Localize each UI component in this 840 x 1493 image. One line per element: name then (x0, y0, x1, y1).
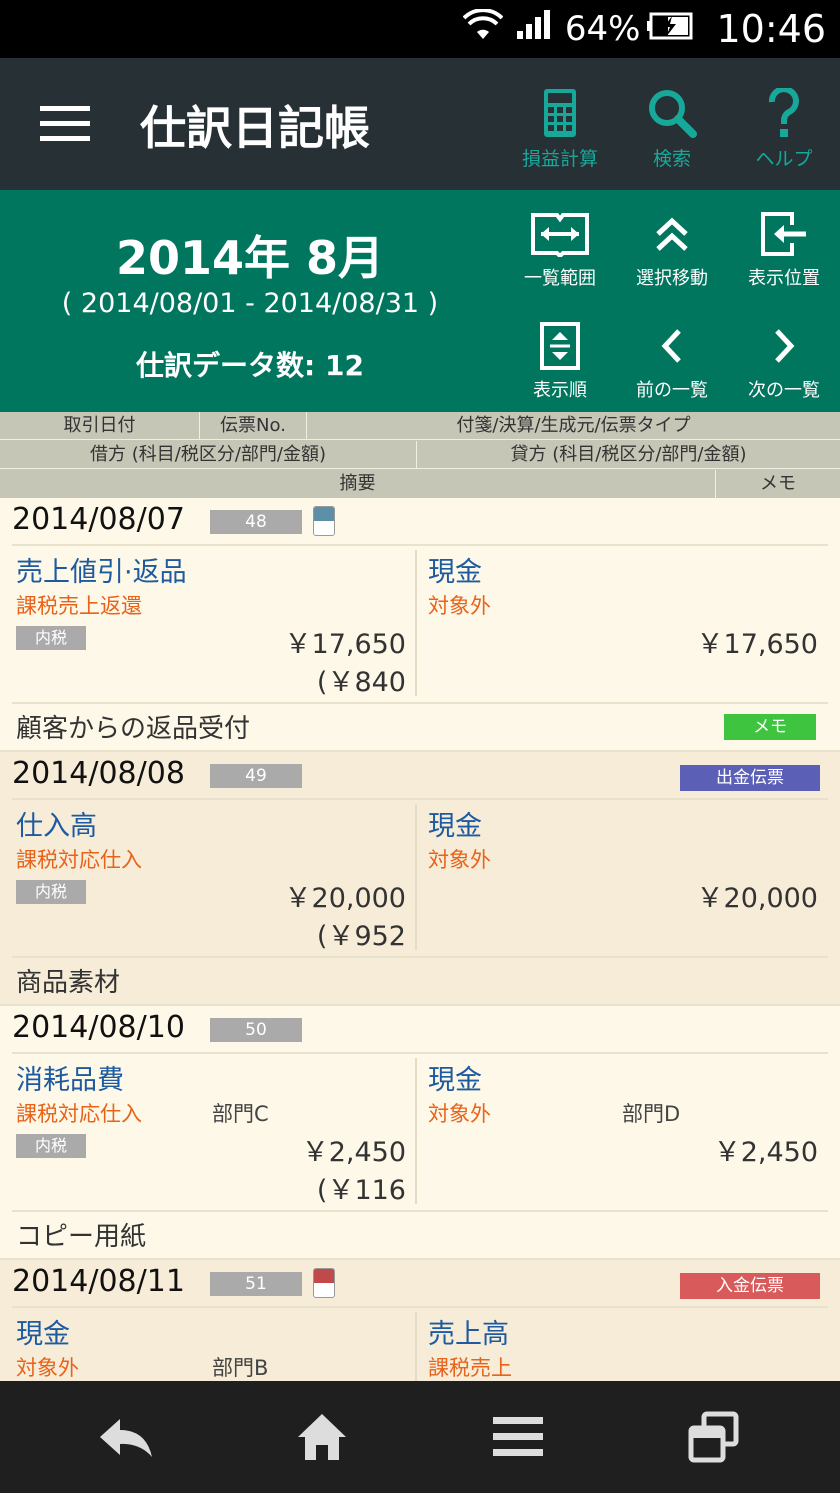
debit-tax-class: 課税対応仕入 (16, 848, 142, 872)
select-move-button[interactable]: 選択移動 (616, 210, 728, 290)
credit-account: 現金 (428, 811, 482, 842)
entry-description: 顧客からの返品受付 (16, 714, 251, 744)
credit-account: 現金 (428, 1065, 482, 1096)
credit-tax-class: 対象外 (428, 848, 491, 872)
battery-percent: 64% (564, 9, 641, 49)
signal-icon (515, 9, 553, 50)
journal-entry[interactable]: 2014/08/08 49 出金伝票 仕入高 課税対応仕入 内税 ￥20,000… (0, 752, 840, 1006)
journal-entry[interactable]: 2014/08/07 48 売上値引·返品 課税売上返還 内税 ￥17,650 … (0, 498, 840, 752)
entry-date: 2014/08/07 (12, 502, 185, 537)
period-range: ( 2014/08/01 - 2014/08/31 ) (61, 288, 439, 319)
tax-included-badge: 内税 (16, 1134, 86, 1158)
debit-account: 消耗品費 (16, 1065, 124, 1096)
period-header: 2014年 8月 ( 2014/08/01 - 2014/08/31 ) 仕訳デ… (0, 190, 840, 412)
col-memo: メモ (760, 473, 796, 494)
credit-account: 売上高 (428, 1319, 509, 1350)
col-voucher-no: 伝票No. (200, 412, 307, 440)
calculator-icon (505, 86, 615, 138)
debit-amount: ￥17,650 (284, 629, 406, 660)
prev-list-button[interactable]: 前の一覧 (616, 322, 728, 402)
col-description: 摘要 (0, 470, 716, 498)
voucher-number: 51 (210, 1272, 302, 1296)
col-tags: 付箋/決算/生成元/伝票タイプ (456, 415, 691, 436)
search-button[interactable]: 検索 (617, 86, 727, 171)
debit-account: 仕入高 (16, 811, 97, 842)
debit-amount: ￥20,000 (284, 883, 406, 914)
sticky-note-icon (313, 506, 335, 536)
col-credit: 貸方 (科目/税区分/部門/金額) (510, 444, 747, 465)
chevron-right-icon (728, 322, 840, 370)
chevron-left-icon (616, 322, 728, 370)
home-icon[interactable] (292, 1407, 352, 1467)
clock: 10:46 (716, 7, 826, 51)
journal-entry[interactable]: 2014/08/10 50 消耗品費 課税対応仕入 部門C 内税 ￥2,450 … (0, 1006, 840, 1260)
menu-icon[interactable] (40, 106, 90, 142)
position-icon (728, 210, 840, 258)
credit-amount: ￥20,000 (696, 883, 818, 914)
display-position-button[interactable]: 表示位置 (728, 210, 840, 290)
debit-account: 売上値引·返品 (16, 557, 187, 588)
debit-tax-class: 対象外 (16, 1356, 79, 1380)
search-icon (617, 86, 727, 138)
credit-amount: ￥17,650 (696, 629, 818, 660)
sort-order-button[interactable]: 表示順 (504, 322, 616, 402)
debit-tax-amount: (￥840 (316, 667, 406, 698)
tax-included-badge: 内税 (16, 880, 86, 904)
col-debit: 借方 (科目/税区分/部門/金額) (0, 441, 417, 469)
entry-description: 商品素材 (16, 968, 121, 998)
entry-date: 2014/08/11 (12, 1264, 185, 1299)
profit-loss-button[interactable]: 損益計算 (505, 86, 615, 171)
next-list-button[interactable]: 次の一覧 (728, 322, 840, 402)
credit-department: 部門D (622, 1102, 681, 1126)
memo-button[interactable]: メモ (724, 714, 816, 740)
voucher-type-badge: 出金伝票 (680, 765, 820, 791)
debit-department: 部門C (212, 1102, 269, 1126)
credit-tax-class: 対象外 (428, 1102, 491, 1126)
recent-apps-icon[interactable] (684, 1407, 744, 1467)
status-bar: 64% 10:46 (0, 0, 840, 58)
period-month: 2014年 8月 (115, 231, 385, 285)
app-bar: 仕訳日記帳 損益計算 検索 ヘルプ (0, 58, 840, 190)
voucher-number: 50 (210, 1018, 302, 1042)
debit-tax-class: 課税対応仕入 (16, 1102, 142, 1126)
credit-account: 現金 (428, 557, 482, 588)
entry-date: 2014/08/10 (12, 1010, 185, 1045)
voucher-number: 49 (210, 764, 302, 788)
debit-amount: ￥2,450 (301, 1137, 406, 1168)
col-date: 取引日付 (0, 412, 200, 440)
list-range-button[interactable]: 一覧範囲 (504, 210, 616, 290)
system-nav-bar (0, 1381, 840, 1493)
battery-icon (646, 9, 694, 49)
entry-count: 仕訳データ数: 12 (136, 349, 364, 382)
double-chevron-up-icon (616, 210, 728, 258)
debit-tax-amount: (￥952 (316, 921, 406, 952)
sticky-note-icon (313, 1268, 335, 1298)
debit-tax-class: 課税売上返還 (16, 594, 142, 618)
credit-amount: ￥2,450 (713, 1137, 818, 1168)
sort-order-icon (504, 322, 616, 370)
entry-description: コピー用紙 (16, 1222, 147, 1252)
page-title: 仕訳日記帳 (140, 101, 370, 155)
debit-account: 現金 (16, 1319, 70, 1350)
journal-entry[interactable]: 2014/08/11 51 入金伝票 現金 対象外 部門B 売上高 課税売上 (0, 1260, 840, 1381)
back-icon[interactable] (96, 1407, 156, 1467)
journal-list[interactable]: 2014/08/07 48 売上値引·返品 課税売上返還 内税 ￥17,650 … (0, 498, 840, 1381)
voucher-number: 48 (210, 510, 302, 534)
entry-date: 2014/08/08 (12, 756, 185, 791)
debit-department: 部門B (212, 1356, 269, 1380)
menu-icon[interactable] (488, 1407, 548, 1467)
credit-tax-class: 対象外 (428, 594, 491, 618)
credit-tax-class: 課税売上 (428, 1356, 512, 1380)
help-button[interactable]: ヘルプ (729, 86, 839, 171)
range-icon (504, 210, 616, 258)
voucher-type-badge: 入金伝票 (680, 1273, 820, 1299)
wifi-icon (462, 7, 504, 50)
column-header: 取引日付 伝票No. 付箋/決算/生成元/伝票タイプ 借方 (科目/税区分/部門… (0, 412, 840, 498)
debit-tax-amount: (￥116 (316, 1175, 406, 1206)
help-icon (729, 86, 839, 138)
tax-included-badge: 内税 (16, 626, 86, 650)
